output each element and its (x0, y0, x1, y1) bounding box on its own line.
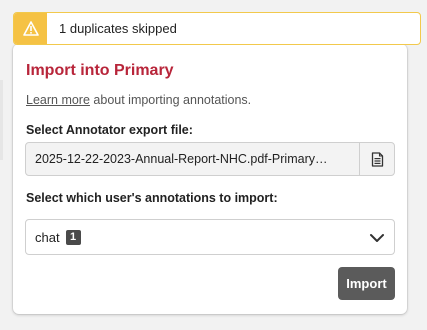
file-label: Select Annotator export file: (26, 123, 193, 137)
file-value[interactable]: 2025-12-22-2023-Annual-Report-NHC.pdf-Pr… (26, 143, 359, 175)
learn-more-row: Learn more about importing annotations. (26, 93, 251, 107)
user-label: Select which user's annotations to impor… (26, 191, 278, 205)
selected-user: chat (35, 229, 60, 245)
import-panel: Import into Primary Learn more about imp… (13, 44, 407, 314)
choose-file-button[interactable] (359, 143, 394, 175)
annotation-count-badge: 1 (65, 229, 81, 245)
warning-toast: 1 duplicates skipped (13, 12, 421, 45)
panel-title: Import into Primary (26, 62, 174, 79)
chevron-down-icon[interactable] (369, 230, 385, 246)
toast-icon-area (14, 13, 47, 44)
learn-more-text: about importing annotations. (89, 93, 252, 107)
toast-message: 1 duplicates skipped (59, 21, 177, 36)
file-field[interactable]: 2025-12-22-2023-Annual-Report-NHC.pdf-Pr… (25, 142, 395, 176)
background-edge (0, 80, 3, 160)
document-icon (371, 151, 383, 167)
warning-icon (22, 21, 39, 36)
learn-more-link[interactable]: Learn more (26, 93, 90, 107)
user-select[interactable]: chat 1 (25, 219, 395, 255)
file-name: 2025-12-22-2023-Annual-Report-NHC.pdf-Pr… (35, 152, 328, 166)
import-button[interactable]: Import (338, 267, 395, 300)
